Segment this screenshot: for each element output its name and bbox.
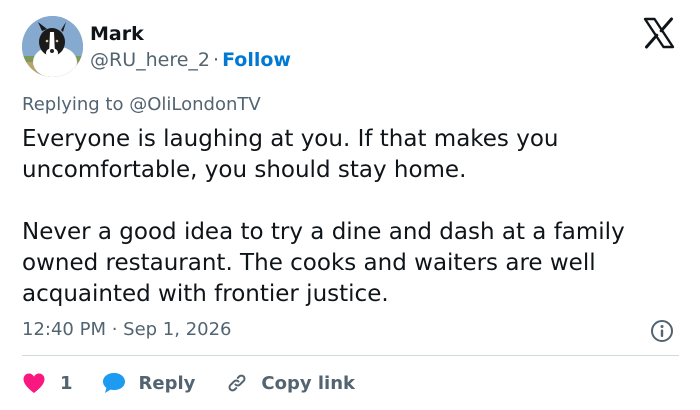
- speech-bubble-icon: [102, 373, 125, 393]
- author-handle[interactable]: @RU_here_2: [90, 49, 210, 71]
- tweet-paragraph: Never a good idea to try a dine and dash…: [22, 219, 625, 307]
- reply-label: Reply: [138, 372, 196, 394]
- author-name[interactable]: Mark: [90, 22, 144, 46]
- heart-icon: [23, 373, 45, 393]
- copy-link-label: Copy link: [261, 372, 355, 394]
- action-bar: 1 Reply Copy link: [22, 369, 355, 397]
- replying-to-line: Replying to @OliLondonTV: [22, 93, 261, 117]
- divider: [22, 355, 679, 356]
- author-handle-row: @RU_here_2 · Follow: [90, 48, 291, 72]
- follow-button[interactable]: Follow: [222, 49, 291, 71]
- replying-to-mention[interactable]: @OliLondonTV: [129, 94, 260, 115]
- x-logo-icon[interactable]: [642, 16, 676, 50]
- replying-to-prefix: Replying to: [22, 94, 124, 115]
- copy-link-button[interactable]: Copy link: [225, 371, 355, 395]
- like-button[interactable]: 1: [22, 372, 73, 394]
- info-icon[interactable]: [650, 319, 674, 343]
- tweet-text: Everyone is laughing at you. If that mak…: [22, 124, 682, 310]
- dog-avatar-image: [22, 16, 83, 77]
- like-count: 1: [60, 372, 73, 394]
- link-icon: [228, 374, 246, 392]
- tweet-card: Mark @RU_here_2 · Follow Replying to @OliL…: [0, 0, 700, 410]
- tweet-timestamp[interactable]: 12:40 PM · Sep 1, 2026: [22, 318, 232, 342]
- reply-button[interactable]: Reply: [101, 371, 196, 395]
- separator-dot: ·: [213, 49, 220, 71]
- tweet-paragraph: Everyone is laughing at you. If that mak…: [22, 126, 559, 183]
- avatar[interactable]: [22, 16, 83, 77]
